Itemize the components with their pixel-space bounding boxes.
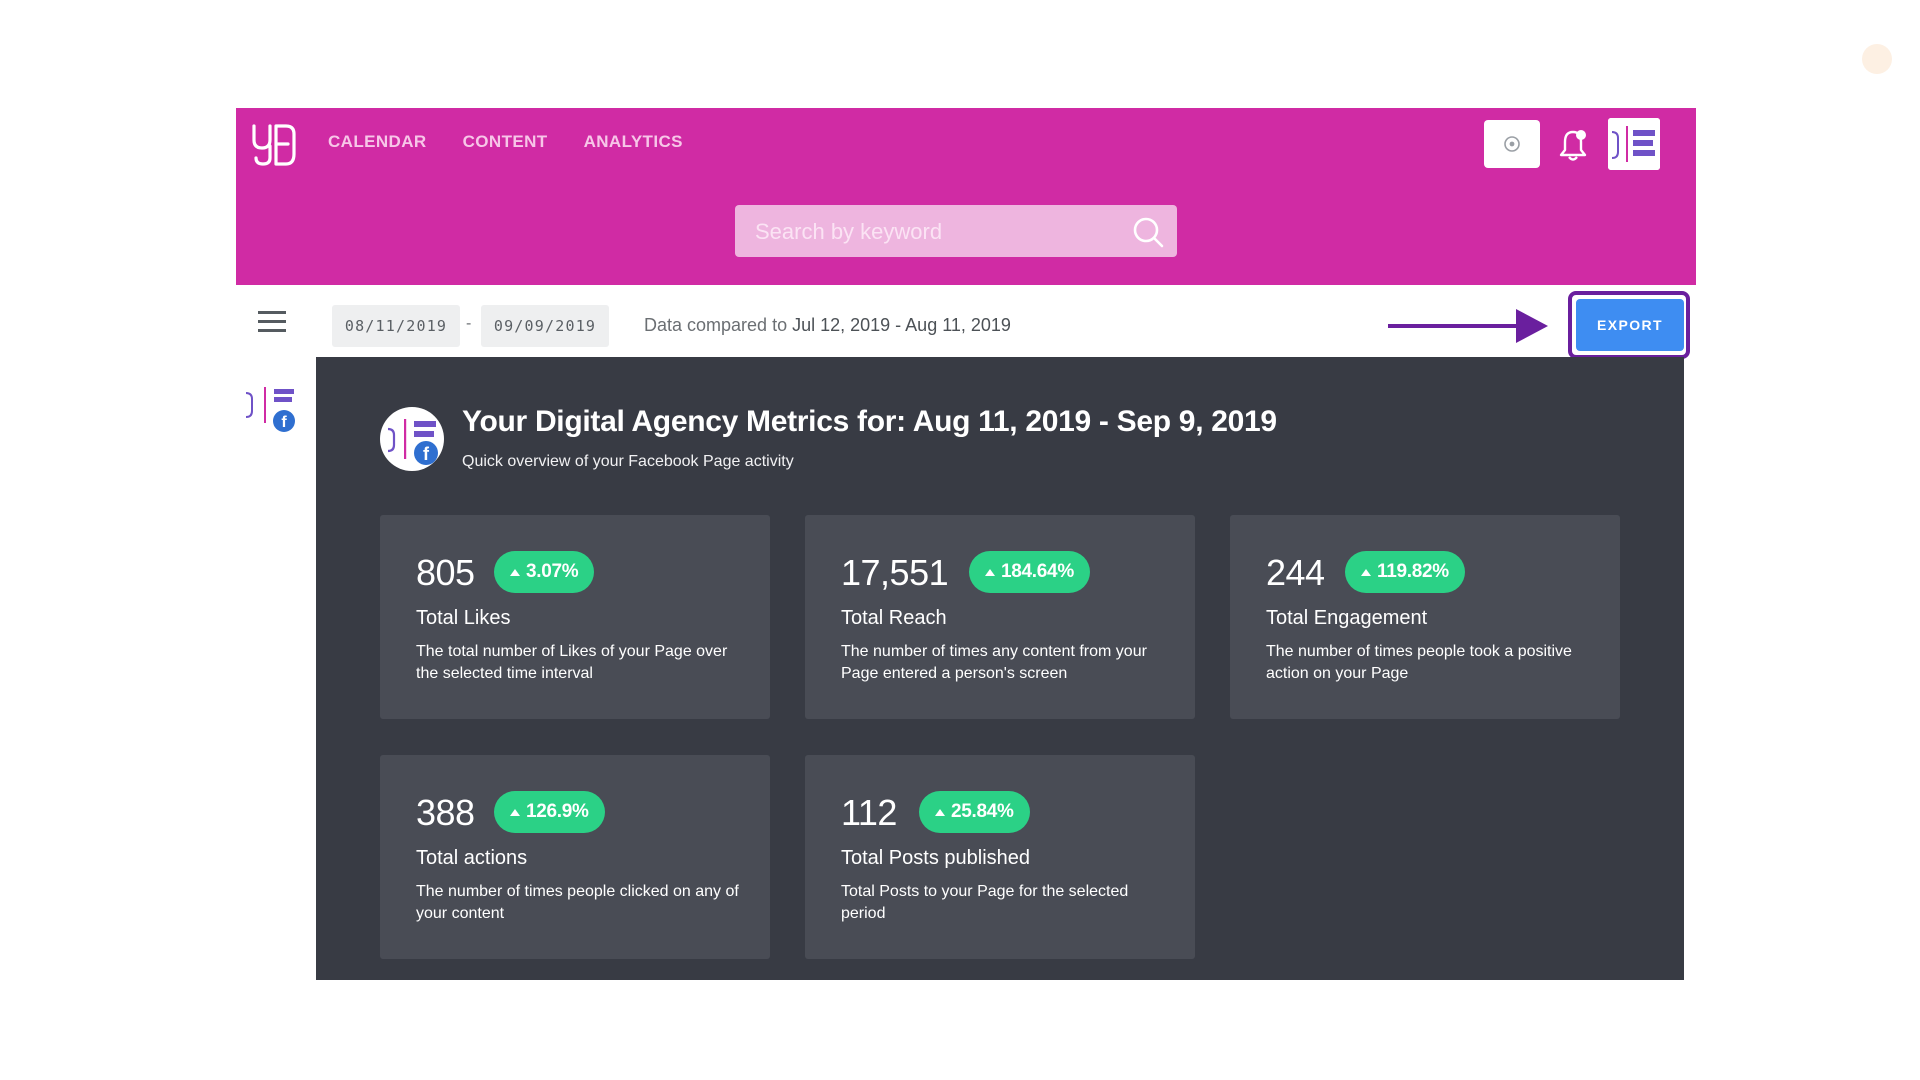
hamburger-menu-icon[interactable]: [258, 311, 286, 333]
side-rail: f: [236, 357, 316, 980]
svg-text:f: f: [423, 444, 430, 464]
date-toolbar: 08/11/2019 - 09/09/2019 Data compared to…: [236, 285, 1696, 359]
svg-text:f: f: [281, 414, 287, 431]
up-arrow-icon: [1361, 568, 1371, 576]
app-window: CALENDAR CONTENT ANALYTICS Search by key…: [236, 108, 1696, 980]
up-arrow-icon: [985, 568, 995, 576]
metric-description: The total number of Likes of your Page o…: [416, 643, 728, 682]
yd-logo-icon[interactable]: [250, 122, 298, 168]
metric-card-reach: 17,551 184.64% Total Reach The number of…: [805, 515, 1195, 719]
main-nav: CALENDAR CONTENT ANALYTICS: [328, 132, 719, 152]
page-subtitle: Quick overview of your Facebook Page act…: [462, 453, 794, 470]
top-header: CALENDAR CONTENT ANALYTICS: [236, 108, 1696, 285]
compare-range: Jul 12, 2019 - Aug 11, 2019: [792, 315, 1011, 335]
change-badge: 3.07%: [494, 551, 595, 593]
account-avatar-icon: [1608, 118, 1660, 170]
export-button[interactable]: EXPORT: [1576, 299, 1684, 351]
metric-description: The number of times any content from you…: [841, 643, 1147, 682]
page-switcher-avatar-icon[interactable]: f: [244, 383, 300, 435]
up-arrow-icon: [935, 808, 945, 816]
metric-value: 244: [1266, 552, 1325, 593]
date-from-field[interactable]: 08/11/2019: [332, 305, 460, 347]
metric-card-actions: 388 126.9% Total actions The number of t…: [380, 755, 770, 959]
metric-label: Total Reach: [841, 607, 947, 629]
up-arrow-icon: [510, 808, 520, 816]
search-icon[interactable]: [1131, 215, 1165, 249]
change-value: 126.9%: [526, 801, 589, 822]
metric-card-engagement: 244 119.82% Total Engagement The number …: [1230, 515, 1620, 719]
change-value: 3.07%: [526, 561, 579, 582]
metric-description: Total Posts to your Page for the selecte…: [841, 883, 1129, 922]
notification-bell-icon[interactable]: [1558, 128, 1588, 162]
metric-description: The number of times people took a positi…: [1266, 643, 1572, 682]
search-input[interactable]: [735, 205, 1117, 259]
date-to-field[interactable]: 09/09/2019: [481, 305, 609, 347]
account-avatar[interactable]: [1608, 118, 1660, 170]
annotation-arrow-icon: [1388, 309, 1548, 343]
search-bar: [735, 205, 1177, 259]
nav-calendar[interactable]: CALENDAR: [328, 132, 427, 152]
metric-value: 388: [416, 792, 475, 833]
facebook-page-avatar-icon: f: [380, 407, 444, 471]
target-icon: [1504, 136, 1520, 152]
metric-label: Total actions: [416, 847, 528, 869]
change-value: 25.84%: [951, 801, 1014, 822]
metric-card-posts: 112 25.84% Total Posts published Total P…: [805, 755, 1195, 959]
date-separator: -: [466, 315, 472, 332]
change-badge: 184.64%: [969, 551, 1090, 593]
change-badge: 25.84%: [919, 791, 1030, 833]
nav-content[interactable]: CONTENT: [463, 132, 548, 152]
change-badge: 119.82%: [1345, 551, 1465, 593]
metric-description: The number of times people clicked on an…: [416, 883, 739, 922]
metric-value: 112: [841, 792, 897, 833]
metric-label: Total Likes: [416, 607, 511, 629]
page-title: Your Digital Agency Metrics for: Aug 11,…: [462, 405, 1277, 438]
compare-prefix: Data compared to: [644, 315, 788, 335]
metric-value: 805: [416, 552, 475, 593]
comparison-text: Data compared to Jul 12, 2019 - Aug 11, …: [644, 315, 1011, 336]
target-button[interactable]: [1484, 120, 1540, 168]
nav-analytics[interactable]: ANALYTICS: [584, 132, 683, 152]
up-arrow-icon: [510, 568, 520, 576]
change-value: 119.82%: [1377, 561, 1449, 582]
decorative-dot: [1862, 44, 1892, 74]
metric-label: Total Engagement: [1266, 607, 1428, 629]
metrics-panel: f Your Digital Agency Metrics for: Aug 1…: [316, 357, 1684, 980]
change-badge: 126.9%: [494, 791, 605, 833]
metric-label: Total Posts published: [841, 847, 1031, 869]
metric-card-likes: 805 3.07% Total Likes The total number o…: [380, 515, 770, 719]
metric-value: 17,551: [841, 552, 949, 593]
change-value: 184.64%: [1001, 561, 1074, 582]
